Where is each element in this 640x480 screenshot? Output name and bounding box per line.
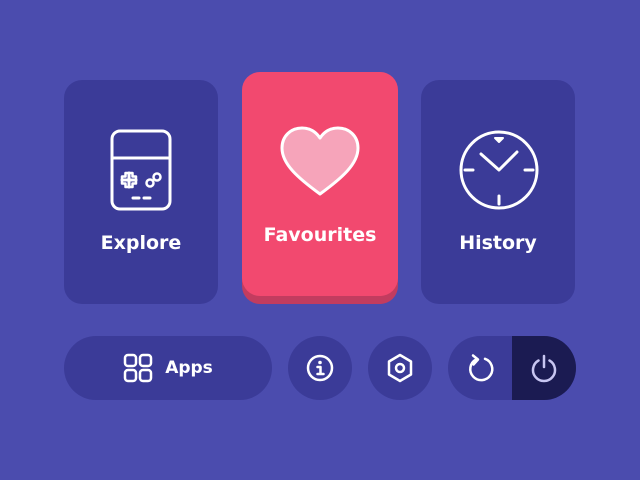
history-label: History (459, 232, 537, 254)
hexagon-nut-settings-icon (387, 353, 413, 383)
heart-icon (280, 126, 360, 196)
clock-icon (459, 130, 539, 210)
info-button[interactable] (288, 336, 352, 400)
apps-grid-icon (123, 353, 153, 383)
settings-button[interactable] (368, 336, 432, 400)
power-icon (531, 354, 557, 383)
explore-label: Explore (100, 232, 182, 254)
favourites-label: Favourites (263, 224, 377, 246)
power-button-group (448, 336, 576, 400)
info-icon (306, 354, 334, 382)
apps-label: Apps (165, 358, 213, 378)
reload-button[interactable] (448, 336, 512, 400)
explore-card[interactable]: Explore (64, 80, 218, 304)
history-card[interactable]: History (421, 80, 575, 304)
apps-button[interactable]: Apps (64, 336, 272, 400)
favourites-card[interactable]: Favourites (242, 72, 398, 296)
handheld-console-icon (110, 129, 172, 211)
power-button[interactable] (512, 336, 576, 400)
reload-icon (469, 354, 494, 382)
